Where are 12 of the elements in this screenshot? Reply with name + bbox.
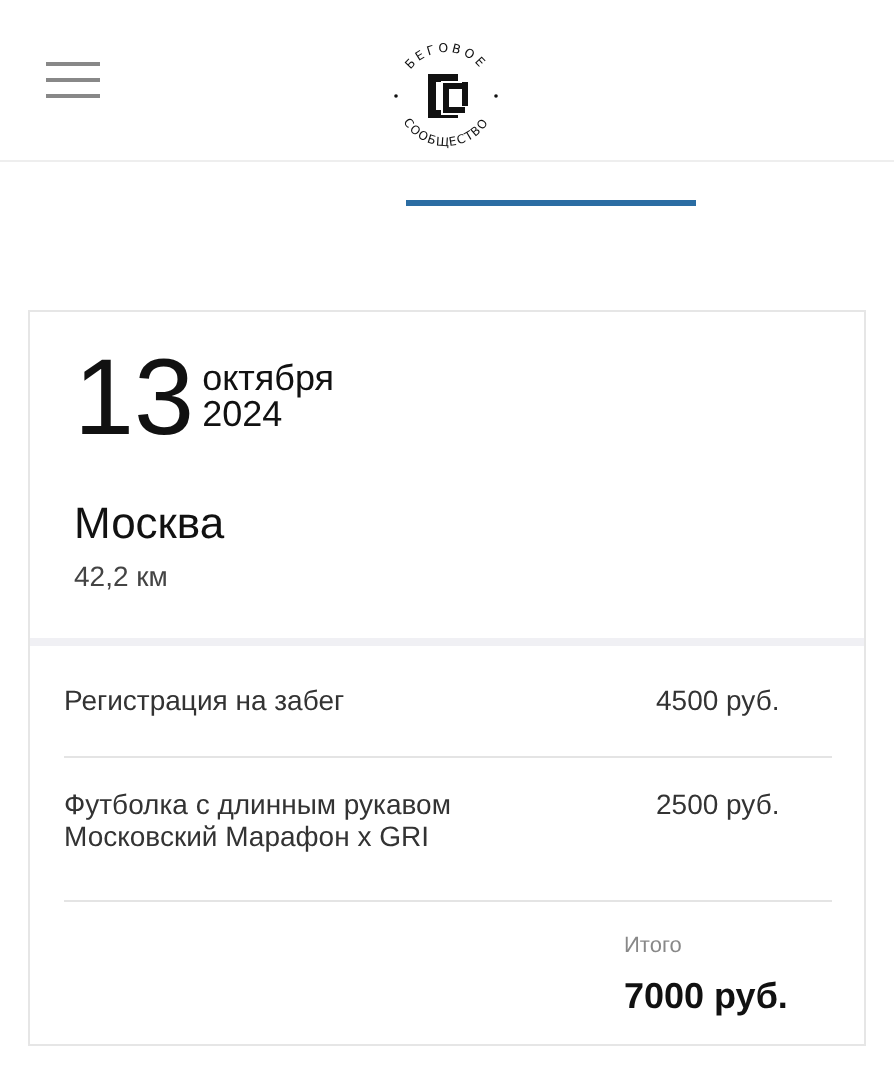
- total-value: 7000 руб.: [624, 976, 788, 1018]
- item-price: 2500 руб.: [656, 788, 782, 824]
- event-distance: 42,2 км: [74, 560, 170, 592]
- item-price: 4500 руб.: [656, 684, 782, 716]
- menu-icon[interactable]: [46, 62, 100, 98]
- event-year: 2024: [202, 396, 283, 432]
- item-name: Футболка с длинным рукавом Московский Марафон x GRI: [64, 788, 451, 852]
- item-name: Регистрация на забег: [64, 684, 345, 716]
- event-city: Москва: [74, 498, 227, 550]
- event-month: октября: [202, 360, 335, 396]
- total-label: Итого: [624, 934, 682, 958]
- event-day: 13: [74, 348, 195, 448]
